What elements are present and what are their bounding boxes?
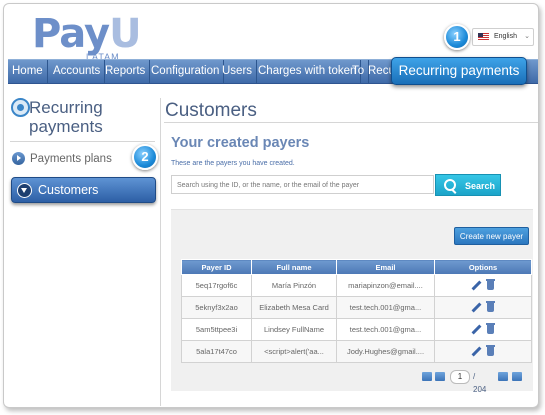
table-row[interactable]: 5eknyf3x2ao Elizabeth Mesa Card test.tec… [181, 296, 532, 319]
column-header-options: Options [434, 259, 532, 275]
trash-icon[interactable] [486, 301, 495, 313]
step-badge-1: 1 [444, 24, 470, 50]
page-total: / 204 [473, 372, 487, 394]
column-header-full-name[interactable]: Full name [251, 259, 337, 275]
sidebar-item-label: Payments plans [30, 153, 112, 165]
step-badge-2: 2 [132, 144, 158, 170]
app-window: PayU LATAM English ⌄ Home Accounts Repor… [3, 3, 539, 408]
page-number-input[interactable]: 1 [450, 370, 470, 384]
table-header-row: Payer ID Full name Email Options [181, 259, 532, 275]
payu-logo[interactable]: PayU LATAM [32, 11, 142, 64]
table-row[interactable]: 5eq17rgof6c María Pinzón mariapinzon@ema… [181, 274, 532, 297]
nav-item-users[interactable]: Users [218, 60, 258, 83]
search-icon [444, 179, 456, 191]
email-cell: Jody.Hughes@gmail.... [336, 340, 435, 363]
full-name-cell: <script>alert('aa... [251, 340, 337, 363]
edit-icon[interactable] [472, 347, 481, 356]
chevron-down-icon: ⌄ [524, 33, 530, 40]
trash-icon[interactable] [486, 279, 495, 291]
language-label: English [494, 33, 517, 40]
title-divider [164, 122, 538, 123]
us-flag-icon [478, 33, 489, 41]
payer-id-cell: 5am5ttpee3i [181, 318, 252, 341]
nav-item-home[interactable]: Home [8, 60, 48, 83]
trash-icon[interactable] [486, 323, 495, 335]
create-new-payer-button[interactable]: Create new payer [454, 227, 529, 245]
table-row[interactable]: 5am5ttpee3i Lindsey FullName test.tech.0… [181, 318, 532, 341]
sidebar-item-customers[interactable]: Customers [11, 177, 156, 203]
section-description: These are the payers you have created. [171, 160, 295, 167]
edit-icon[interactable] [472, 281, 481, 290]
sidebar-title-line1: Recurring [29, 98, 103, 117]
full-name-cell: Elizabeth Mesa Card [251, 296, 337, 319]
column-header-payer-id[interactable]: Payer ID [181, 259, 252, 275]
full-name-cell: Lindsey FullName [251, 318, 337, 341]
options-cell [434, 318, 532, 341]
email-cell: test.tech.001@gma... [336, 296, 435, 319]
recurring-icon [11, 98, 30, 117]
nav-item-charges-with-token[interactable]: Charges with token [254, 60, 362, 83]
sidebar-title-line2: payments [29, 117, 103, 136]
prev-page-icon[interactable] [435, 372, 445, 381]
search-button-label: Search [465, 181, 496, 191]
last-page-icon[interactable] [512, 372, 522, 381]
page-title: Customers [165, 100, 257, 121]
edit-icon[interactable] [472, 325, 481, 334]
options-cell [434, 340, 532, 363]
sidebar-divider [10, 141, 155, 142]
sidebar-title: Recurring payments [29, 98, 103, 136]
vertical-divider [160, 98, 161, 406]
edit-icon[interactable] [472, 303, 481, 312]
logo-wordmark: PayU [32, 11, 142, 57]
language-select[interactable]: English ⌄ [472, 28, 534, 46]
nav-item-accounts[interactable]: Accounts [49, 60, 106, 83]
first-page-icon[interactable] [422, 372, 432, 381]
payer-id-cell: 5ala17t47co [181, 340, 252, 363]
next-page-icon[interactable] [498, 372, 508, 381]
sidebar-item-label: Customers [38, 183, 99, 197]
search-input[interactable]: Search using the ID, or the name, or the… [171, 175, 434, 194]
table-row[interactable]: 5ala17t47co <script>alert('aa... Jody.Hu… [181, 340, 532, 363]
payers-table: Payer ID Full name Email Options 5eq17rg… [181, 259, 532, 363]
recurring-payments-callout[interactable]: Recurring payments [391, 57, 527, 85]
column-header-email[interactable]: Email [336, 259, 435, 275]
payer-id-cell: 5eq17rgof6c [181, 274, 252, 297]
full-name-cell: María Pinzón [251, 274, 337, 297]
email-cell: mariapinzon@email.... [336, 274, 435, 297]
payer-id-cell: 5eknyf3x2ao [181, 296, 252, 319]
nav-item-configuration[interactable]: Configuration [147, 60, 225, 83]
options-cell [434, 274, 532, 297]
sidebar-item-payments-plans[interactable]: Payments plans [12, 151, 112, 167]
section-heading: Your created payers [171, 135, 310, 151]
trash-icon[interactable] [486, 345, 495, 357]
chevron-down-icon [17, 183, 32, 198]
options-cell [434, 296, 532, 319]
email-cell: test.tech.001@gma... [336, 318, 435, 341]
nav-item-reports[interactable]: Reports [101, 60, 151, 83]
search-button[interactable]: Search [435, 174, 501, 196]
play-icon [12, 152, 25, 166]
